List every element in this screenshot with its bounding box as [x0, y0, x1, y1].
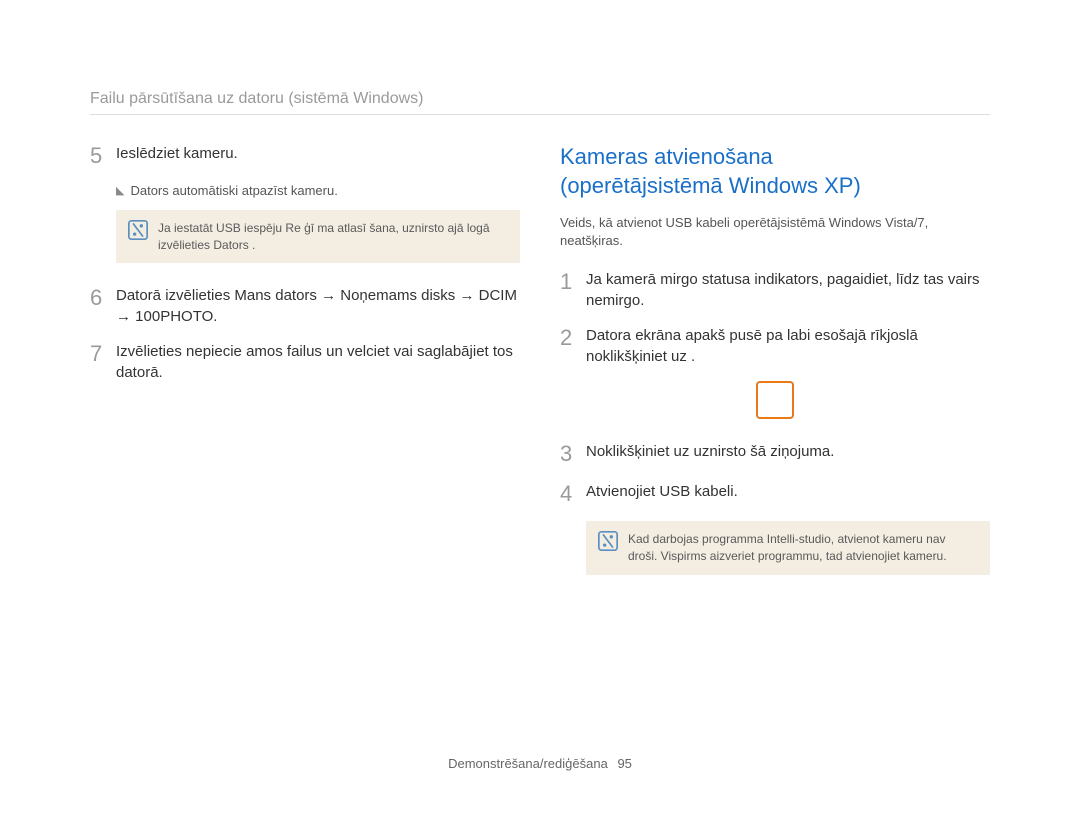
step-number: 3 [560, 441, 586, 467]
title-line-2: (operētājsistēmā Windows XP) [560, 173, 861, 198]
step-number: 5 [90, 143, 116, 169]
page: Failu pārsūtīšana uz datoru (sistēmā Win… [0, 0, 1080, 815]
step-text: Izvēlieties nepiecie amos failus un velc… [116, 341, 520, 383]
step-7: 7 Izvēlieties nepiecie amos failus un ve… [90, 341, 520, 383]
step-4: 4 Atvienojiet USB kabeli. [560, 481, 990, 507]
step-3: 3 Noklikšķiniet uz uznirsto šā ziņojuma. [560, 441, 990, 467]
step-text: Ieslēdziet kameru. [116, 143, 238, 164]
step-text: Atvienojiet USB kabeli. [586, 481, 738, 502]
step-5: 5 Ieslēdziet kameru. [90, 143, 520, 169]
step-5-sub: ◣ Dators automātiski atpazīst kameru. [116, 183, 520, 200]
eject-icon-placeholder [560, 381, 990, 419]
step-6: 6 Datorā izvēlieties Mans dators → Noņem… [90, 285, 520, 327]
note-box: Ja iestatāt USB iespēju Re ģī ma atlasī … [116, 210, 520, 264]
section-title: Kameras atvienošana (operētājsistēmā Win… [560, 143, 990, 200]
breadcrumb: Failu pārsūtīšana uz datoru (sistēmā Win… [90, 90, 990, 115]
note-text: Kad darbojas programma Intelli-studio, a… [628, 531, 978, 565]
step-1: 1 Ja kamerā mirgo statusa indikators, pa… [560, 269, 990, 311]
step-text: Ja kamerā mirgo statusa indikators, paga… [586, 269, 990, 311]
note-icon [128, 220, 148, 240]
step-number: 2 [560, 325, 586, 351]
step-text: Datorā izvēlieties Mans dators → Noņemam… [116, 285, 520, 327]
step-number: 4 [560, 481, 586, 507]
step-number: 6 [90, 285, 116, 311]
step-2: 2 Datora ekrāna apakš pusē pa labi esoša… [560, 325, 990, 367]
columns: 5 Ieslēdziet kameru. ◣ Dators automātisk… [90, 143, 990, 597]
step-text: Datora ekrāna apakš pusē pa labi esošajā… [586, 325, 990, 367]
sub-text: Dators automātiski atpazīst kameru. [130, 183, 337, 198]
eject-icon [756, 381, 794, 419]
footer: Demonstrēšana/rediģēšana 95 [0, 756, 1080, 771]
left-column: 5 Ieslēdziet kameru. ◣ Dators automātisk… [90, 143, 520, 597]
lead-text: Veids, kā atvienot USB kabeli operētājsi… [560, 214, 990, 250]
page-number: 95 [617, 756, 631, 771]
bullet-icon: ◣ [116, 183, 124, 200]
note-box: Kad darbojas programma Intelli-studio, a… [586, 521, 990, 575]
right-column: Kameras atvienošana (operētājsistēmā Win… [560, 143, 990, 597]
step-number: 1 [560, 269, 586, 295]
note-icon [598, 531, 618, 551]
note-text: Ja iestatāt USB iespēju Re ģī ma atlasī … [158, 220, 508, 254]
footer-section: Demonstrēšana/rediģēšana [448, 756, 608, 771]
step-number: 7 [90, 341, 116, 367]
step-text: Noklikšķiniet uz uznirsto šā ziņojuma. [586, 441, 834, 462]
title-line-1: Kameras atvienošana [560, 144, 773, 169]
